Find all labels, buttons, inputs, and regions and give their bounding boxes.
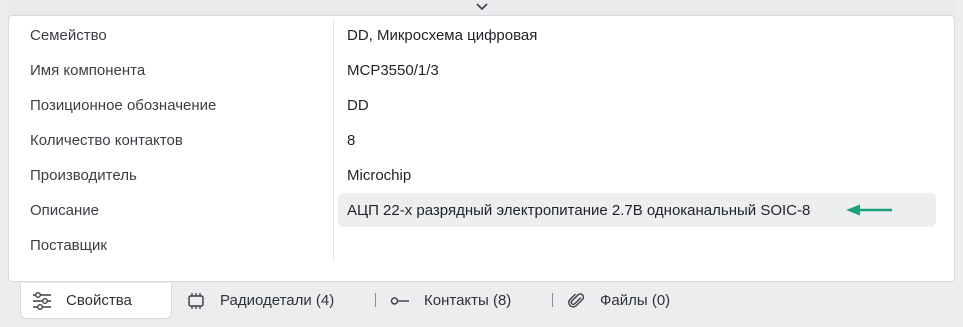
collapse-toggle[interactable] (8, 0, 955, 15)
property-label: Количество контактов (30, 132, 183, 149)
property-row-description: Описание АЦП 22-х разрядный электропитан… (9, 193, 954, 228)
tab-separator (375, 293, 376, 307)
tab-files[interactable]: Файлы (0) (568, 283, 670, 318)
property-value[interactable]: АЦП 22-х разрядный электропитание 2.7В о… (347, 202, 810, 219)
tab-label: Радиодетали (4) (220, 292, 335, 309)
property-label: Поставщик (30, 237, 107, 254)
tab-radio-parts[interactable]: Радиодетали (4) (186, 283, 334, 318)
property-value[interactable]: Microchip (347, 167, 411, 184)
tab-label: Свойства (66, 292, 132, 309)
property-row-supplier: Поставщик (9, 228, 954, 263)
property-value[interactable]: DD, Микросхема цифровая (347, 27, 537, 44)
property-label: Семейство (30, 27, 107, 44)
paperclip-icon (568, 292, 586, 310)
properties-panel: Семейство DD, Микросхема цифровая Имя ко… (8, 15, 955, 282)
property-value[interactable]: 8 (347, 132, 355, 149)
tab-label: Контакты (8) (424, 292, 512, 309)
property-row-family: Семейство DD, Микросхема цифровая (9, 18, 954, 53)
property-row-pin-count: Количество контактов 8 (9, 123, 954, 158)
property-row-manufacturer: Производитель Microchip (9, 158, 954, 193)
arrow-left-icon (846, 204, 892, 216)
tab-separator (552, 293, 553, 307)
property-label: Производитель (30, 167, 137, 184)
tab-properties[interactable]: Свойства (20, 283, 172, 319)
property-row-component-name: Имя компонента MCP3550/1/3 (9, 53, 954, 88)
property-label: Описание (30, 202, 100, 219)
property-value[interactable]: MCP3550/1/3 (347, 62, 439, 79)
tab-contacts[interactable]: Контакты (8) (390, 283, 511, 318)
sliders-icon (32, 291, 52, 310)
bottom-tab-bar: Свойства Радиодетали (4) Контакты (8) Фа… (8, 283, 955, 319)
property-label: Позиционное обозначение (30, 97, 217, 114)
chevron-down-icon[interactable] (475, 1, 489, 13)
pin-icon (390, 292, 410, 310)
chip-icon (186, 292, 206, 310)
property-row-designator: Позиционное обозначение DD (9, 88, 954, 123)
property-label: Имя компонента (30, 62, 146, 79)
property-value[interactable]: DD (347, 97, 369, 114)
tab-label: Файлы (0) (600, 292, 671, 309)
